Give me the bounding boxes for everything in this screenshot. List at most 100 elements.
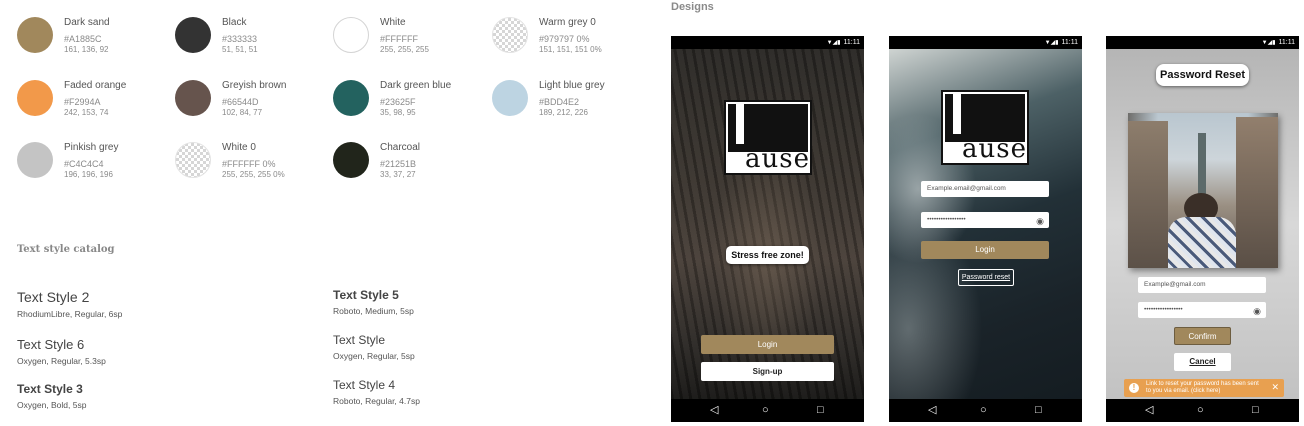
page-title: Password Reset (1156, 64, 1249, 86)
color-hex: #66544D (222, 97, 259, 107)
cancel-button[interactable]: Cancel (1174, 353, 1231, 371)
alert-icon: ! (1129, 383, 1139, 393)
color-hex: #FFFFFF (380, 34, 418, 44)
color-rgb: 242, 153, 74 (64, 108, 109, 117)
back-icon[interactable]: ◁ (1145, 404, 1153, 416)
welcome-background: ause Stress free zone! Login Sign-up (671, 49, 864, 399)
color-name: Charcoal (380, 142, 421, 153)
phone-reset-screen: ▼◢▮ 11:11 Password Reset Example@gmail.co… (1106, 36, 1299, 422)
color-swatch-circle (333, 17, 369, 53)
color-hex: #21251B (380, 159, 417, 169)
password-value: ••••••••••••••••• (927, 216, 966, 223)
show-password-icon[interactable]: ◉ (1253, 303, 1261, 319)
password-reset-button[interactable]: Password reset (958, 269, 1014, 286)
color-swatch: Warm grey 0 #979797 0% 151, 151, 151 0% (492, 17, 652, 67)
password-field[interactable]: ••••••••••••••••• ◉ (1138, 302, 1266, 318)
close-icon[interactable]: ✕ (1271, 382, 1279, 392)
text-style-meta: RhodiumLibre, Regular, 6sp (17, 309, 123, 319)
color-swatch: Dark green blue #23625F 35, 98, 95 (333, 80, 493, 130)
color-rgb: 255, 255, 255 (380, 45, 429, 54)
color-name: Warm grey 0 (539, 17, 596, 28)
recent-apps-icon[interactable]: □ (1252, 404, 1259, 416)
color-swatch-circle (333, 142, 369, 178)
toast-message: Link to reset your password has been sen… (1146, 381, 1259, 394)
street-photo (1128, 113, 1278, 268)
color-swatch: Pinkish grey #C4C4C4 196, 196, 196 (17, 142, 177, 192)
color-swatch: Greyish brown #66544D 102, 84, 77 (175, 80, 335, 130)
text-style-name: Text Style (333, 333, 386, 347)
text-style-name: Text Style 2 (17, 289, 90, 305)
phone-login-screen: ▼◢▮ 11:11 ause Example.email@gmail.com ••… (889, 36, 1082, 422)
color-name: White (380, 17, 406, 28)
text-catalog-title: Text style catalog (17, 244, 115, 255)
color-rgb: 189, 212, 226 (539, 108, 588, 117)
home-icon[interactable]: ○ (1197, 404, 1204, 416)
confirm-button[interactable]: Confirm (1174, 327, 1231, 345)
nav-bar: ◁ ○ □ (889, 399, 1082, 422)
color-swatch-circle (17, 80, 53, 116)
text-style-meta: Oxygen, Bold, 5sp (17, 400, 87, 410)
text-style-5: Text Style 5 Roboto, Medium, 5sp (333, 288, 414, 316)
pause-logo: ause (941, 90, 1029, 165)
text-style: Text Style Oxygen, Regular, 5sp (333, 333, 415, 361)
color-hex: #BDD4E2 (539, 97, 580, 107)
nav-bar: ◁ ○ □ (671, 399, 864, 422)
style-guide-page: Dark sand #A1885C 161, 136, 92 Black #333333… (0, 0, 1304, 426)
text-style-name: Text Style 4 (333, 378, 396, 392)
color-rgb: 35, 98, 95 (380, 108, 416, 117)
color-hex: #FFFFFF 0% (222, 159, 276, 169)
login-button[interactable]: Login (921, 241, 1049, 259)
color-name: Greyish brown (222, 80, 287, 91)
color-swatch: Black #333333 51, 51, 51 (175, 17, 335, 67)
color-swatch-circle (17, 142, 53, 178)
color-hex: #A1885C (64, 34, 102, 44)
text-style-2: Text Style 2 RhodiumLibre, Regular, 6sp (17, 289, 122, 319)
color-name: White 0 (222, 142, 256, 153)
color-hex: #333333 (222, 34, 258, 44)
logo-text: ause (962, 134, 1027, 164)
tagline-badge: Stress free zone! (726, 246, 809, 264)
email-field[interactable]: Example@gmail.com (1138, 277, 1266, 293)
back-icon[interactable]: ◁ (710, 404, 718, 416)
color-name: Dark green blue (380, 80, 452, 91)
logo-text: ause (745, 144, 810, 174)
photo-building-left (1128, 121, 1168, 268)
email-field[interactable]: Example.email@gmail.com (921, 181, 1049, 197)
color-swatch-circle (492, 17, 528, 53)
color-swatch: Light blue grey #BDD4E2 189, 212, 226 (492, 80, 652, 130)
color-swatch: Dark sand #A1885C 161, 136, 92 (17, 17, 177, 67)
color-rgb: 102, 84, 77 (222, 108, 263, 117)
text-style-meta: Roboto, Regular, 4.7sp (333, 396, 420, 406)
color-rgb: 51, 51, 51 (222, 45, 258, 54)
show-password-icon[interactable]: ◉ (1036, 213, 1044, 229)
wifi-icon: ▼◢▮ (1261, 40, 1276, 46)
signup-button[interactable]: Sign-up (701, 362, 834, 381)
color-swatch-circle (492, 80, 528, 116)
color-name: Light blue grey (539, 80, 605, 91)
status-time: 11:11 (1061, 39, 1078, 46)
text-style-meta: Roboto, Medium, 5sp (333, 306, 414, 316)
back-icon[interactable]: ◁ (928, 404, 936, 416)
password-value: ••••••••••••••••• (1144, 306, 1183, 313)
photo-building-right (1236, 117, 1278, 268)
color-name: Black (222, 17, 247, 28)
reset-link-toast[interactable]: ! Link to reset your password has been s… (1124, 379, 1284, 397)
nav-bar: ◁ ○ □ (1106, 399, 1299, 422)
text-style-meta: Oxygen, Regular, 5.3sp (17, 356, 106, 366)
photo-person-body (1168, 217, 1236, 268)
color-hex: #979797 0% (539, 34, 590, 44)
login-button[interactable]: Login (701, 335, 834, 354)
home-icon[interactable]: ○ (980, 404, 987, 416)
text-style-3: Text Style 3 Oxygen, Bold, 5sp (17, 382, 86, 410)
home-icon[interactable]: ○ (762, 404, 769, 416)
recent-apps-icon[interactable]: □ (817, 404, 824, 416)
color-rgb: 33, 37, 27 (380, 170, 416, 179)
phone-welcome-screen: ▼◢▮ 11:11 ause Stress free zone! Login Si… (671, 36, 864, 422)
logo-notch (953, 94, 961, 134)
recent-apps-icon[interactable]: □ (1035, 404, 1042, 416)
password-field[interactable]: ••••••••••••••••• ◉ (921, 212, 1049, 228)
pause-logo: ause (724, 100, 812, 175)
reset-background: Password Reset Example@gmail.com •••••••… (1106, 49, 1299, 399)
color-rgb: 151, 151, 151 0% (539, 45, 602, 54)
color-swatch: Charcoal #21251B 33, 37, 27 (333, 142, 493, 192)
